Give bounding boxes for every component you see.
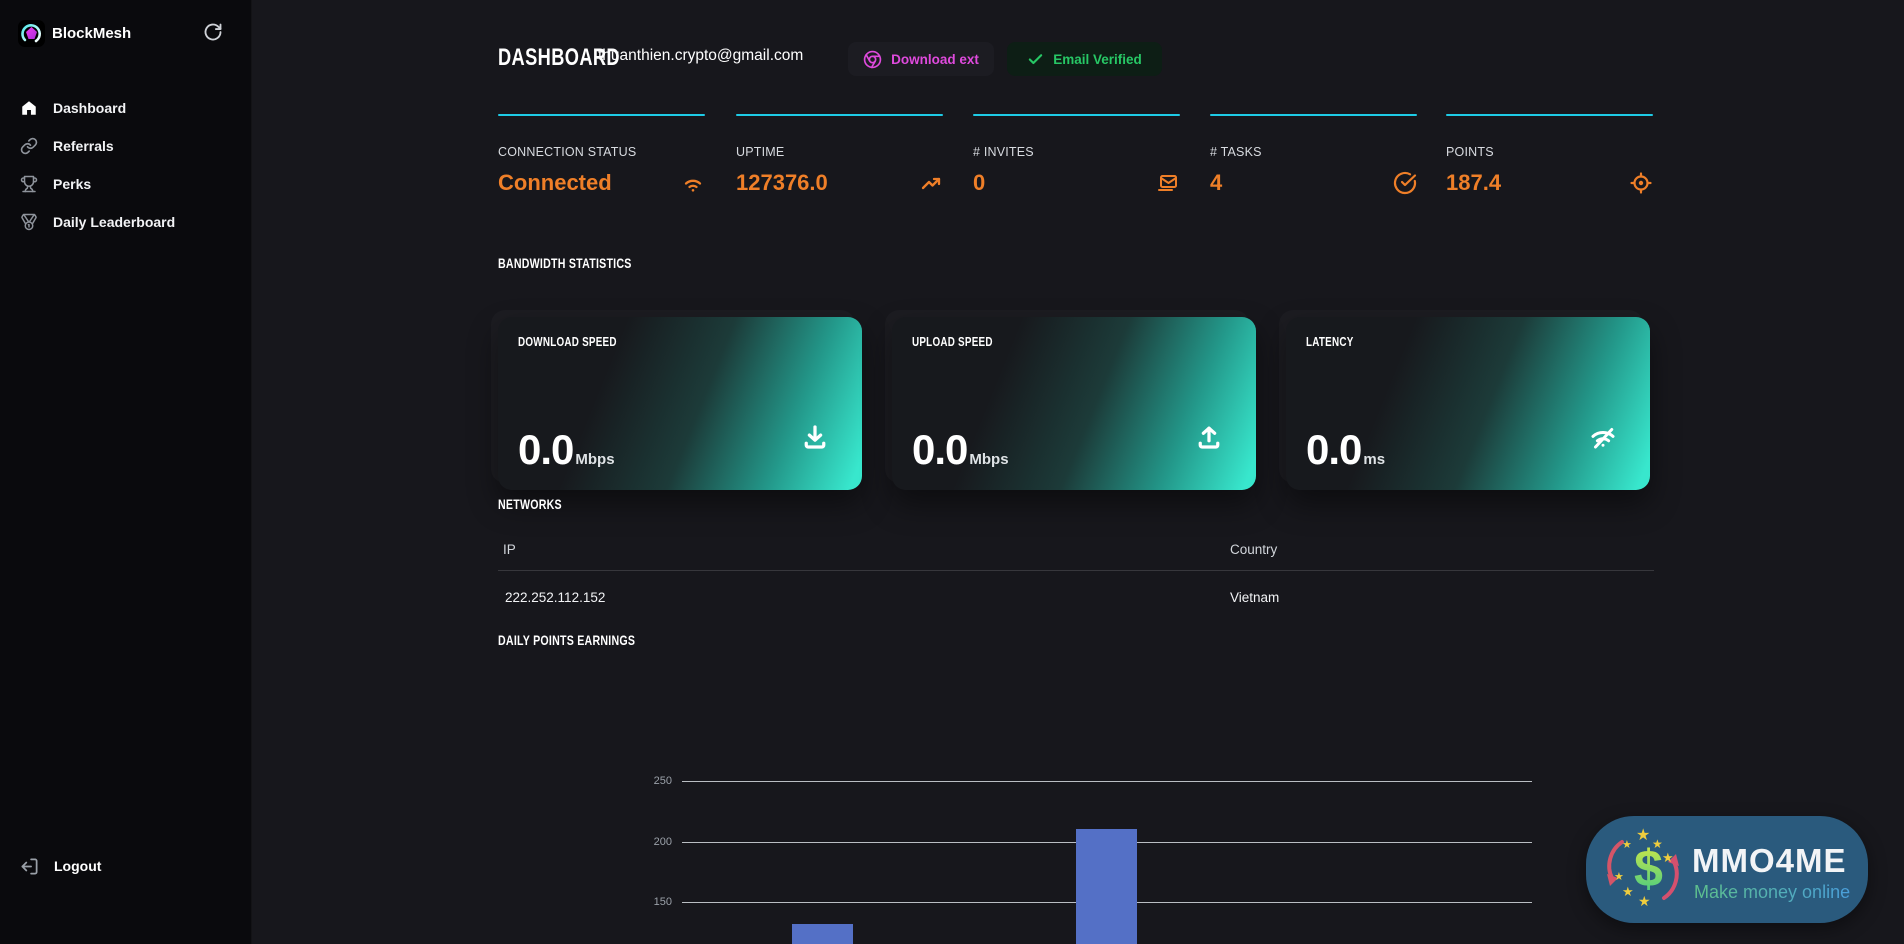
sidebar-nav: Dashboard Referrals Perks — [0, 89, 252, 241]
sidebar-item-label: Perks — [53, 176, 91, 192]
stat-accent-line — [1210, 114, 1417, 116]
sidebar: BlockMesh Dashboard Referrals — [0, 0, 252, 944]
email-verified-label: Email Verified — [1053, 52, 1142, 67]
trending-up-icon — [919, 171, 943, 195]
networks-heading: NETWORKS — [498, 496, 582, 512]
stat-label: UPTIME — [736, 145, 943, 159]
card-value: 0.0 — [912, 426, 967, 474]
card-value: 0.0 — [518, 426, 573, 474]
mmo4me-watermark: $ ★ ★ ★ ★ ★ ★ ★ MMO4ME Make money online — [1586, 816, 1868, 923]
y-tick-label: 150 — [628, 896, 672, 908]
stat-accent-line — [1446, 114, 1653, 116]
svg-text:★: ★ — [1638, 893, 1651, 909]
home-icon — [20, 99, 38, 117]
download-ext-label: Download ext — [891, 52, 979, 67]
svg-text:★: ★ — [1652, 837, 1663, 851]
latency-card: LATENCY 0.0 ms — [1286, 317, 1650, 490]
card-unit: Mbps — [969, 451, 1008, 468]
medal-icon — [20, 213, 38, 231]
sidebar-item-perks[interactable]: Perks — [0, 165, 252, 203]
brand-row: BlockMesh — [0, 18, 252, 52]
chart-bar — [792, 924, 853, 944]
logout-icon — [20, 857, 39, 876]
watermark-subtitle: Make money online — [1694, 882, 1850, 903]
upload-icon — [1194, 422, 1224, 452]
download-icon — [800, 422, 830, 452]
download-ext-button[interactable]: Download ext — [848, 42, 994, 76]
locate-icon — [1629, 171, 1653, 195]
chrome-icon — [863, 50, 882, 69]
sidebar-item-dashboard[interactable]: Dashboard — [0, 89, 252, 127]
card-title: DOWNLOAD SPEED — [518, 334, 617, 349]
stat-label: CONNECTION STATUS — [498, 145, 705, 159]
y-tick-label: 250 — [628, 775, 672, 787]
stat-label: POINTS — [1446, 145, 1653, 159]
stat-accent-line — [973, 114, 1180, 116]
card-value: 0.0 — [1306, 426, 1361, 474]
networks-col-ip: IP — [503, 542, 516, 557]
svg-text:★: ★ — [1662, 850, 1674, 865]
svg-text:★: ★ — [1636, 827, 1650, 844]
network-row-country: Vietnam — [1230, 590, 1279, 605]
card-title: UPLOAD SPEED — [912, 334, 993, 349]
user-email: thuanthien.crypto@gmail.com — [598, 47, 803, 65]
stat-connection-status: CONNECTION STATUS Connected — [498, 114, 705, 196]
check-icon — [1027, 51, 1044, 68]
bandwidth-heading: BANDWIDTH STATISTICS — [498, 255, 674, 271]
network-row-ip: 222.252.112.152 — [505, 590, 605, 605]
upload-speed-card: UPLOAD SPEED 0.0 Mbps — [892, 317, 1256, 490]
stat-value: 4 — [1210, 170, 1222, 196]
logout-button[interactable]: Logout — [0, 847, 252, 885]
sidebar-item-label: Referrals — [53, 138, 114, 154]
stat-invites: # INVITES 0 — [973, 114, 1180, 196]
stat-value: 127376.0 — [736, 170, 828, 196]
y-tick-label: 200 — [628, 836, 672, 848]
sidebar-item-label: Dashboard — [53, 100, 126, 116]
link-icon — [20, 137, 38, 155]
stat-value: 0 — [973, 170, 985, 196]
stat-accent-line — [736, 114, 943, 116]
chart-bar — [1076, 829, 1137, 944]
stat-accent-line — [498, 114, 705, 116]
watermark-title: MMO4ME — [1692, 842, 1847, 880]
networks-col-country: Country — [1230, 542, 1277, 557]
card-title: LATENCY — [1306, 334, 1354, 349]
card-unit: ms — [1363, 451, 1385, 468]
trophy-icon — [20, 175, 38, 193]
stat-tasks: # TASKS 4 — [1210, 114, 1417, 196]
mail-check-icon — [1156, 171, 1180, 195]
svg-text:★: ★ — [1614, 871, 1624, 883]
sidebar-item-daily-leaderboard[interactable]: Daily Leaderboard — [0, 203, 252, 241]
stat-points: POINTS 187.4 — [1446, 114, 1653, 196]
stat-label: # TASKS — [1210, 145, 1417, 159]
wifi-slash-icon — [1588, 422, 1618, 452]
brand-name: BlockMesh — [52, 25, 131, 42]
sidebar-item-label: Daily Leaderboard — [53, 214, 175, 230]
dollar-stars-logo-icon: $ ★ ★ ★ ★ ★ ★ ★ — [1598, 824, 1690, 916]
svg-text:★: ★ — [1622, 884, 1634, 899]
download-speed-card: DOWNLOAD SPEED 0.0 Mbps — [498, 317, 862, 490]
table-header-divider — [498, 570, 1654, 571]
stat-uptime: UPTIME 127376.0 — [736, 114, 943, 196]
circle-check-icon — [1393, 171, 1417, 195]
wifi-icon — [681, 171, 705, 195]
email-verified-badge: Email Verified — [1007, 42, 1162, 76]
gridline — [682, 781, 1532, 782]
refresh-icon[interactable] — [203, 22, 225, 44]
daily-points-chart: 250 200 150 — [498, 740, 1654, 944]
daily-points-heading: DAILY POINTS EARNINGS — [498, 632, 679, 648]
logout-label: Logout — [54, 858, 101, 874]
stat-value: 187.4 — [1446, 170, 1501, 196]
svg-text:★: ★ — [1622, 839, 1632, 851]
blockmesh-logo-icon — [18, 20, 45, 47]
stat-label: # INVITES — [973, 145, 1180, 159]
stat-value: Connected — [498, 170, 612, 196]
card-unit: Mbps — [575, 451, 614, 468]
sidebar-item-referrals[interactable]: Referrals — [0, 127, 252, 165]
